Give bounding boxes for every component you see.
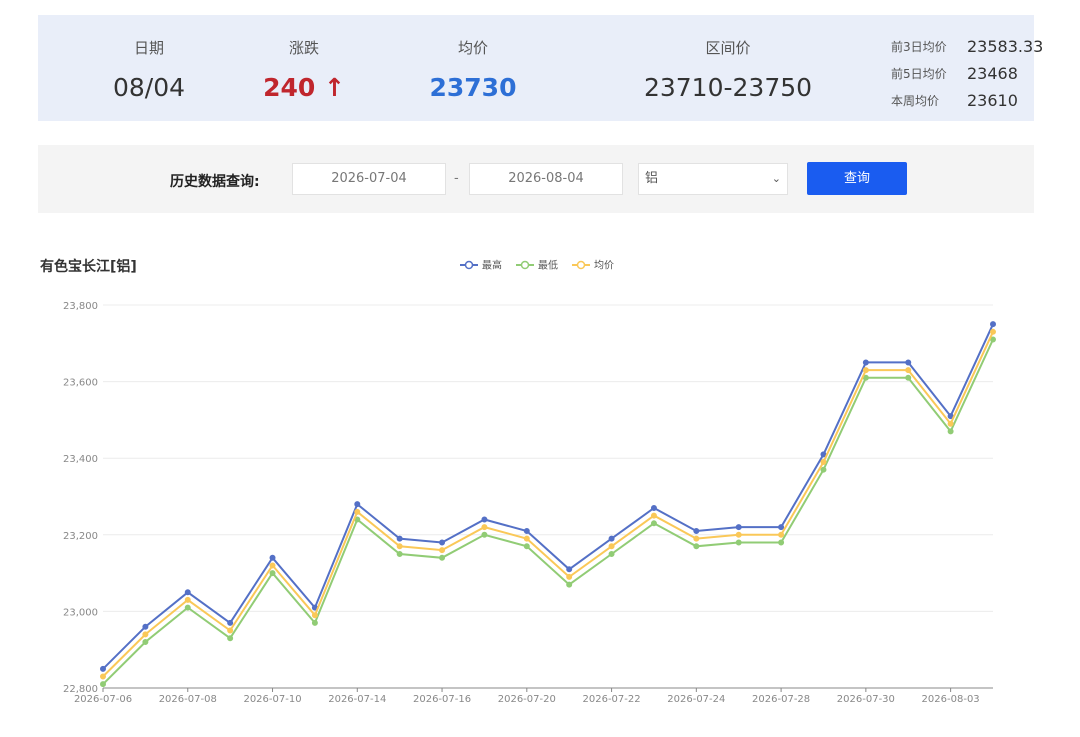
legend-swatch-marker [464, 260, 474, 270]
data-point [142, 623, 149, 630]
data-point [650, 504, 657, 511]
x-tick-label: 2026-07-28 [752, 694, 810, 705]
x-tick-label: 2026-08-03 [922, 694, 980, 705]
data-point [523, 527, 530, 534]
data-point [184, 589, 191, 596]
data-point [100, 673, 106, 680]
x-tick-label: 2026-07-22 [583, 694, 641, 705]
data-point [184, 604, 191, 611]
price-line-chart: 22,80023,00023,20023,40023,60023,8002026… [63, 259, 996, 705]
x-tick-label: 2026-07-10 [243, 694, 301, 705]
data-point [566, 566, 573, 573]
data-point [608, 535, 615, 542]
data-point [566, 581, 573, 588]
legend-swatch-marker [576, 260, 586, 270]
legend-label: 最高 [482, 259, 502, 272]
data-point [990, 321, 996, 328]
legend-label: 均价 [594, 260, 614, 272]
data-point [354, 501, 361, 508]
x-tick-label: 2026-07-24 [667, 694, 725, 705]
data-point [354, 508, 361, 515]
x-tick-label: 2026-07-20 [498, 694, 556, 705]
data-point [396, 550, 403, 557]
data-point [227, 619, 234, 626]
data-point [693, 535, 700, 542]
y-tick-label: 23,000 [63, 607, 98, 618]
data-point [693, 527, 700, 534]
data-point [439, 539, 446, 546]
data-point [650, 512, 657, 519]
data-point [100, 681, 106, 688]
data-point [820, 466, 827, 473]
data-point [100, 665, 106, 672]
x-tick-label: 2026-07-08 [159, 694, 217, 705]
data-point [905, 367, 912, 374]
data-point [439, 554, 446, 561]
legend-swatch-marker [520, 260, 530, 270]
data-point [778, 524, 785, 531]
data-point [608, 543, 615, 550]
data-point [820, 459, 827, 466]
data-point [481, 531, 488, 538]
data-point [227, 627, 234, 634]
y-tick-label: 23,200 [63, 531, 98, 542]
data-point [481, 516, 488, 523]
x-tick-label: 2026-07-30 [837, 694, 895, 705]
data-point [481, 524, 488, 531]
data-point [608, 550, 615, 557]
data-point [311, 612, 318, 619]
data-point [947, 420, 954, 427]
data-point [269, 562, 276, 569]
series-line [102, 339, 994, 685]
y-tick-label: 23,600 [63, 378, 98, 389]
data-point [142, 631, 149, 638]
data-point [566, 573, 573, 580]
data-point [650, 520, 657, 527]
y-tick-label: 23,800 [63, 301, 98, 312]
data-point [523, 535, 530, 542]
data-point [269, 570, 276, 577]
data-point [735, 531, 742, 538]
data-point [778, 539, 785, 546]
data-point [947, 428, 954, 435]
legend-label: 最低 [538, 259, 558, 272]
data-point [735, 539, 742, 546]
data-point [905, 374, 912, 381]
data-point [311, 619, 318, 626]
data-point [184, 596, 191, 603]
data-point [439, 547, 446, 554]
data-point [735, 524, 742, 531]
data-point [269, 554, 276, 561]
data-point [862, 367, 869, 374]
x-tick-label: 2026-07-16 [413, 694, 471, 705]
data-point [990, 328, 996, 335]
data-point [693, 543, 700, 550]
data-point [905, 359, 912, 366]
y-tick-label: 23,400 [63, 454, 98, 465]
data-point [227, 635, 234, 642]
x-tick-label: 2026-07-14 [328, 694, 386, 705]
series-line [102, 323, 994, 670]
data-point [778, 531, 785, 538]
series-line [102, 331, 994, 678]
data-point [142, 639, 149, 646]
data-point [396, 535, 403, 542]
data-point [396, 543, 403, 550]
data-point [862, 359, 869, 366]
x-tick-label: 2026-07-06 [74, 694, 132, 705]
data-point [523, 543, 530, 550]
